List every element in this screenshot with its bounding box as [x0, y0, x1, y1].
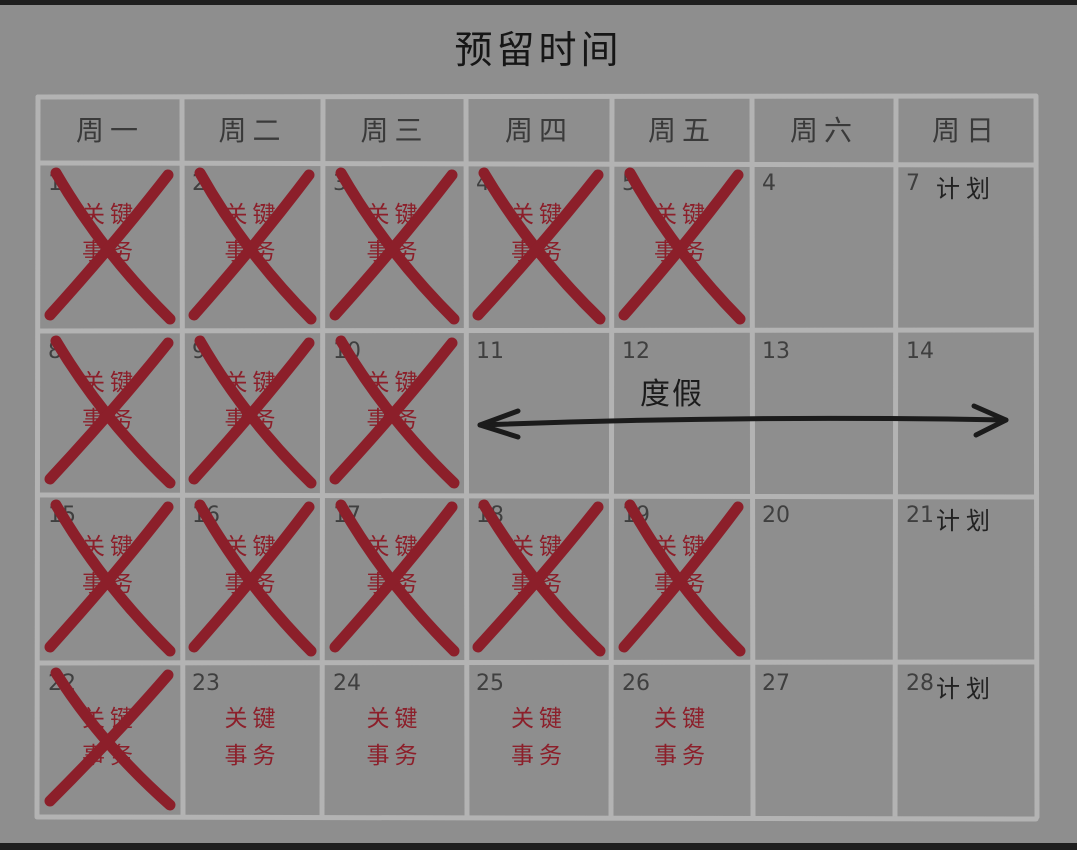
completed-cross-mark	[188, 499, 317, 657]
completed-cross-mark	[472, 499, 606, 657]
completed-cross-mark	[44, 335, 176, 489]
marks-overlay	[44, 167, 1009, 811]
completed-cross-mark	[472, 167, 606, 325]
completed-cross-mark	[329, 167, 460, 325]
calendar-page: 预留时间 周一 周二 周三 周四 周五 周六 周日 1 关键 事务 2 关键 事务 3 关键 事务 4 关键 事务 5…	[0, 5, 1077, 843]
completed-cross-mark	[329, 499, 460, 657]
completed-cross-mark	[618, 499, 746, 657]
completed-cross-mark	[618, 167, 746, 325]
vacation-arrow	[477, 403, 1009, 440]
completed-cross-mark	[188, 335, 317, 489]
completed-cross-mark	[44, 167, 176, 325]
completed-cross-mark	[188, 167, 317, 325]
completed-cross-mark	[44, 499, 176, 657]
completed-cross-mark	[44, 667, 176, 811]
completed-cross-mark	[329, 335, 460, 489]
